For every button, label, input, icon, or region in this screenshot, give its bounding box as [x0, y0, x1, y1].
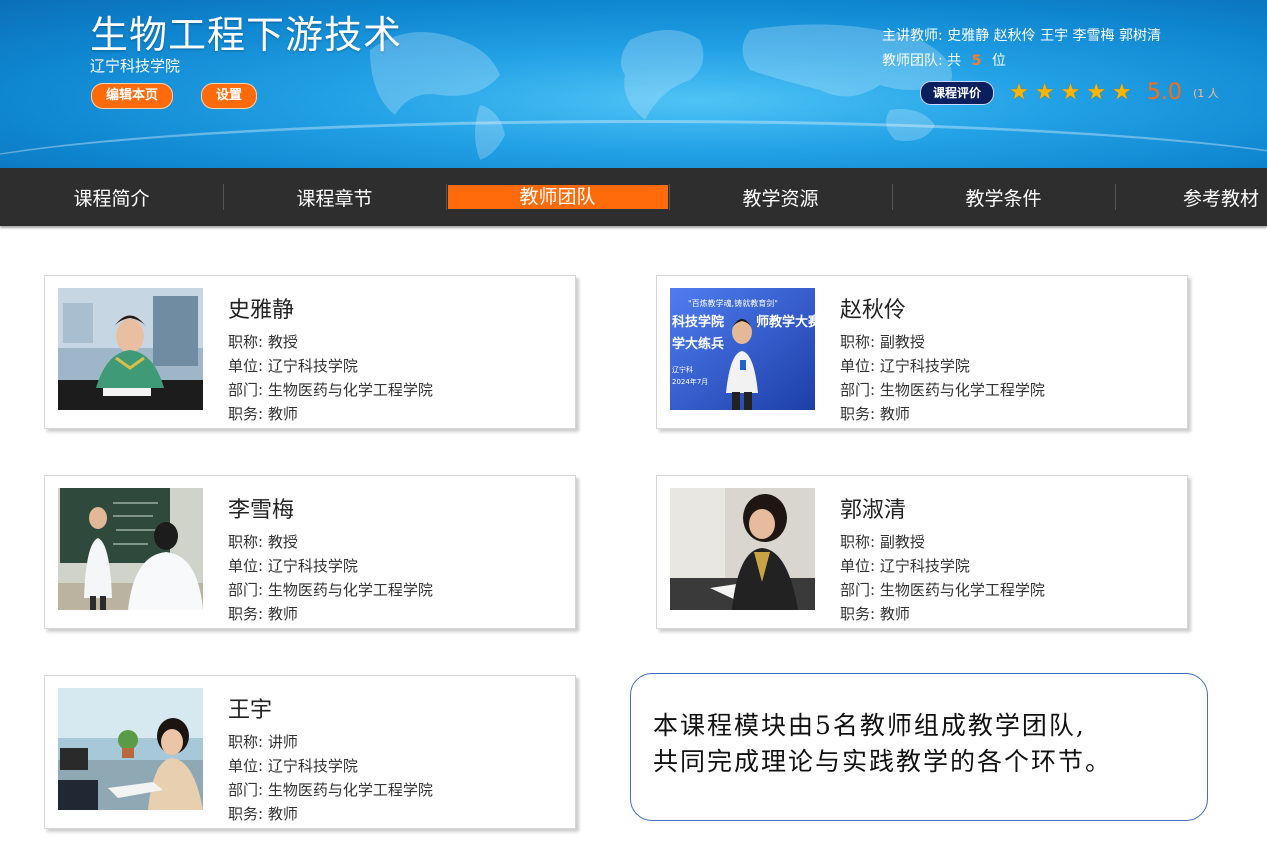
teacher-info: 史雅静 职称: 教授 单位: 辽宁科技学院 部门: 生物医药与化学工程学院 职务… — [228, 292, 433, 426]
teacher-title: 职称: 讲师 — [228, 733, 298, 751]
teacher-unit: 单位: 辽宁科技学院 — [228, 557, 358, 575]
teacher-photo — [58, 688, 203, 810]
teacher-card[interactable]: "百炼教学魂,铸就教育剑" 科技学院 师教学大赛 学大练兵 辽宁科 2024年7… — [656, 275, 1188, 429]
photo-banner-text: 学大练兵 — [672, 336, 724, 352]
nav-tab-intro[interactable]: 课程简介 — [0, 168, 223, 226]
teacher-name[interactable]: 王宇 — [228, 692, 433, 724]
photo-banner-text: "百炼教学魂,铸就教育剑" — [688, 298, 778, 308]
teacher-post: 职务: 教师 — [840, 405, 910, 423]
teacher-name[interactable]: 李雪梅 — [228, 492, 433, 524]
edit-page-button[interactable]: 编辑本页 — [91, 83, 174, 109]
settings-button[interactable]: 设置 — [201, 83, 258, 109]
teacher-name[interactable]: 史雅静 — [228, 292, 433, 324]
teacher-post: 职务: 教师 — [228, 405, 298, 423]
teacher-photo — [58, 288, 203, 410]
main-teachers: 主讲教师: 史雅静 赵秋伶 王宇 李雪梅 郭树清 — [882, 25, 1161, 45]
team-count-suffix: 位 — [991, 53, 1006, 69]
course-title: 生物工程下游技术 — [90, 13, 403, 57]
nav-tab-label: 教学资源 — [742, 187, 819, 210]
nav-tab-label: 课程章节 — [296, 187, 373, 210]
teacher-post: 职务: 教师 — [228, 805, 298, 823]
nav-tab-chapters[interactable]: 课程章节 — [223, 168, 446, 226]
teacher-title: 职称: 教授 — [228, 333, 298, 351]
school-name: 辽宁科技学院 — [90, 57, 181, 75]
team-count: 教师团队: 共 5 位 — [882, 50, 1006, 70]
star-icon: ★ — [1034, 80, 1055, 105]
team-count-label: 教师团队: — [882, 53, 943, 69]
photo-banner-text: 科技学院 — [672, 314, 724, 330]
nav-tab-label: 教师团队 — [447, 185, 668, 209]
course-evaluation-button[interactable]: 课程评价 — [920, 80, 995, 105]
team-description-note: 本课程模块由5名教师组成教学团队, 共同完成理论与实践教学的各个环节。 — [630, 673, 1208, 821]
main-teachers-names: 史雅静 赵秋伶 王宇 李雪梅 郭树清 — [947, 28, 1161, 44]
main-teachers-label: 主讲教师: — [882, 28, 943, 44]
teacher-dept: 部门: 生物医药与化学工程学院 — [228, 381, 433, 399]
course-nav: 课程简介 课程章节 教师团队 教学资源 教学条件 参考教材 — [0, 168, 1267, 226]
teacher-dept: 部门: 生物医药与化学工程学院 — [228, 581, 433, 599]
teacher-dept: 部门: 生物医药与化学工程学院 — [228, 781, 433, 799]
teacher-info: 李雪梅 职称: 教授 单位: 辽宁科技学院 部门: 生物医药与化学工程学院 职务… — [228, 492, 433, 626]
star-icon: ★ — [1060, 80, 1081, 105]
teacher-card[interactable]: 王宇 职称: 讲师 单位: 辽宁科技学院 部门: 生物医药与化学工程学院 职务:… — [44, 675, 576, 829]
photo-banner-text: 辽宁科 — [672, 365, 693, 374]
team-count-prefix: 共 — [947, 53, 962, 69]
note-line: 本课程模块由5名教师组成教学团队, — [653, 711, 1086, 740]
teacher-post: 职务: 教师 — [840, 605, 910, 623]
teacher-dept: 部门: 生物医药与化学工程学院 — [840, 381, 1045, 399]
teacher-card[interactable]: 史雅静 职称: 教授 单位: 辽宁科技学院 部门: 生物医药与化学工程学院 职务… — [44, 275, 576, 429]
star-icon: ★ — [1086, 80, 1107, 105]
teacher-card[interactable]: 李雪梅 职称: 教授 单位: 辽宁科技学院 部门: 生物医药与化学工程学院 职务… — [44, 475, 576, 629]
teacher-unit: 单位: 辽宁科技学院 — [228, 757, 358, 775]
teacher-photo — [670, 488, 815, 610]
rating-row: 课程评价 ★ ★ ★ ★ ★ 5.0 (1 人 — [920, 80, 1219, 105]
nav-tab-label: 参考教材 — [1182, 187, 1259, 210]
note-line: 共同完成理论与实践教学的各个环节。 — [653, 747, 1113, 776]
teacher-title: 职称: 副教授 — [840, 533, 925, 551]
teacher-photo: "百炼教学魂,铸就教育剑" 科技学院 师教学大赛 学大练兵 辽宁科 2024年7… — [670, 288, 815, 410]
teacher-info: 赵秋伶 职称: 副教授 单位: 辽宁科技学院 部门: 生物医药与化学工程学院 职… — [840, 292, 1045, 426]
teacher-name[interactable]: 赵秋伶 — [840, 292, 1045, 324]
rating-count: (1 人 — [1192, 86, 1219, 100]
course-banner: 生物工程下游技术 辽宁科技学院 编辑本页 设置 主讲教师: 史雅静 赵秋伶 王宇… — [0, 0, 1267, 168]
teacher-info: 王宇 职称: 讲师 单位: 辽宁科技学院 部门: 生物医药与化学工程学院 职务:… — [228, 692, 433, 826]
teacher-unit: 单位: 辽宁科技学院 — [840, 357, 970, 375]
star-icon: ★ — [1009, 80, 1029, 105]
rating-score: 5.0 — [1146, 80, 1182, 105]
team-count-number: 5 — [971, 53, 982, 69]
teacher-card[interactable]: 郭淑清 职称: 副教授 单位: 辽宁科技学院 部门: 生物医药与化学工程学院 职… — [656, 475, 1188, 629]
teacher-post: 职务: 教师 — [228, 605, 298, 623]
teacher-title: 职称: 教授 — [228, 533, 298, 551]
nav-tab-label: 课程简介 — [73, 187, 150, 210]
teacher-unit: 单位: 辽宁科技学院 — [840, 557, 970, 575]
nav-tab-conditions[interactable]: 教学条件 — [892, 168, 1115, 226]
teacher-title: 职称: 副教授 — [840, 333, 925, 351]
teacher-name[interactable]: 郭淑清 — [840, 492, 1045, 524]
teacher-info: 郭淑清 职称: 副教授 单位: 辽宁科技学院 部门: 生物医药与化学工程学院 职… — [840, 492, 1045, 626]
star-icon: ★ — [1112, 80, 1132, 105]
nav-tab-teachers[interactable]: 教师团队 — [446, 168, 669, 226]
teacher-photo — [58, 488, 203, 610]
nav-tab-textbooks[interactable]: 参考教材 — [1115, 168, 1267, 226]
nav-tab-resources[interactable]: 教学资源 — [669, 168, 892, 226]
photo-banner-text: 2024年7月 — [672, 377, 708, 386]
teacher-unit: 单位: 辽宁科技学院 — [228, 357, 358, 375]
teacher-dept: 部门: 生物医药与化学工程学院 — [840, 581, 1045, 599]
rating-stars: ★ ★ ★ ★ ★ — [1009, 80, 1138, 105]
nav-tab-label: 教学条件 — [965, 187, 1042, 210]
photo-banner-text: 师教学大赛 — [756, 314, 815, 330]
